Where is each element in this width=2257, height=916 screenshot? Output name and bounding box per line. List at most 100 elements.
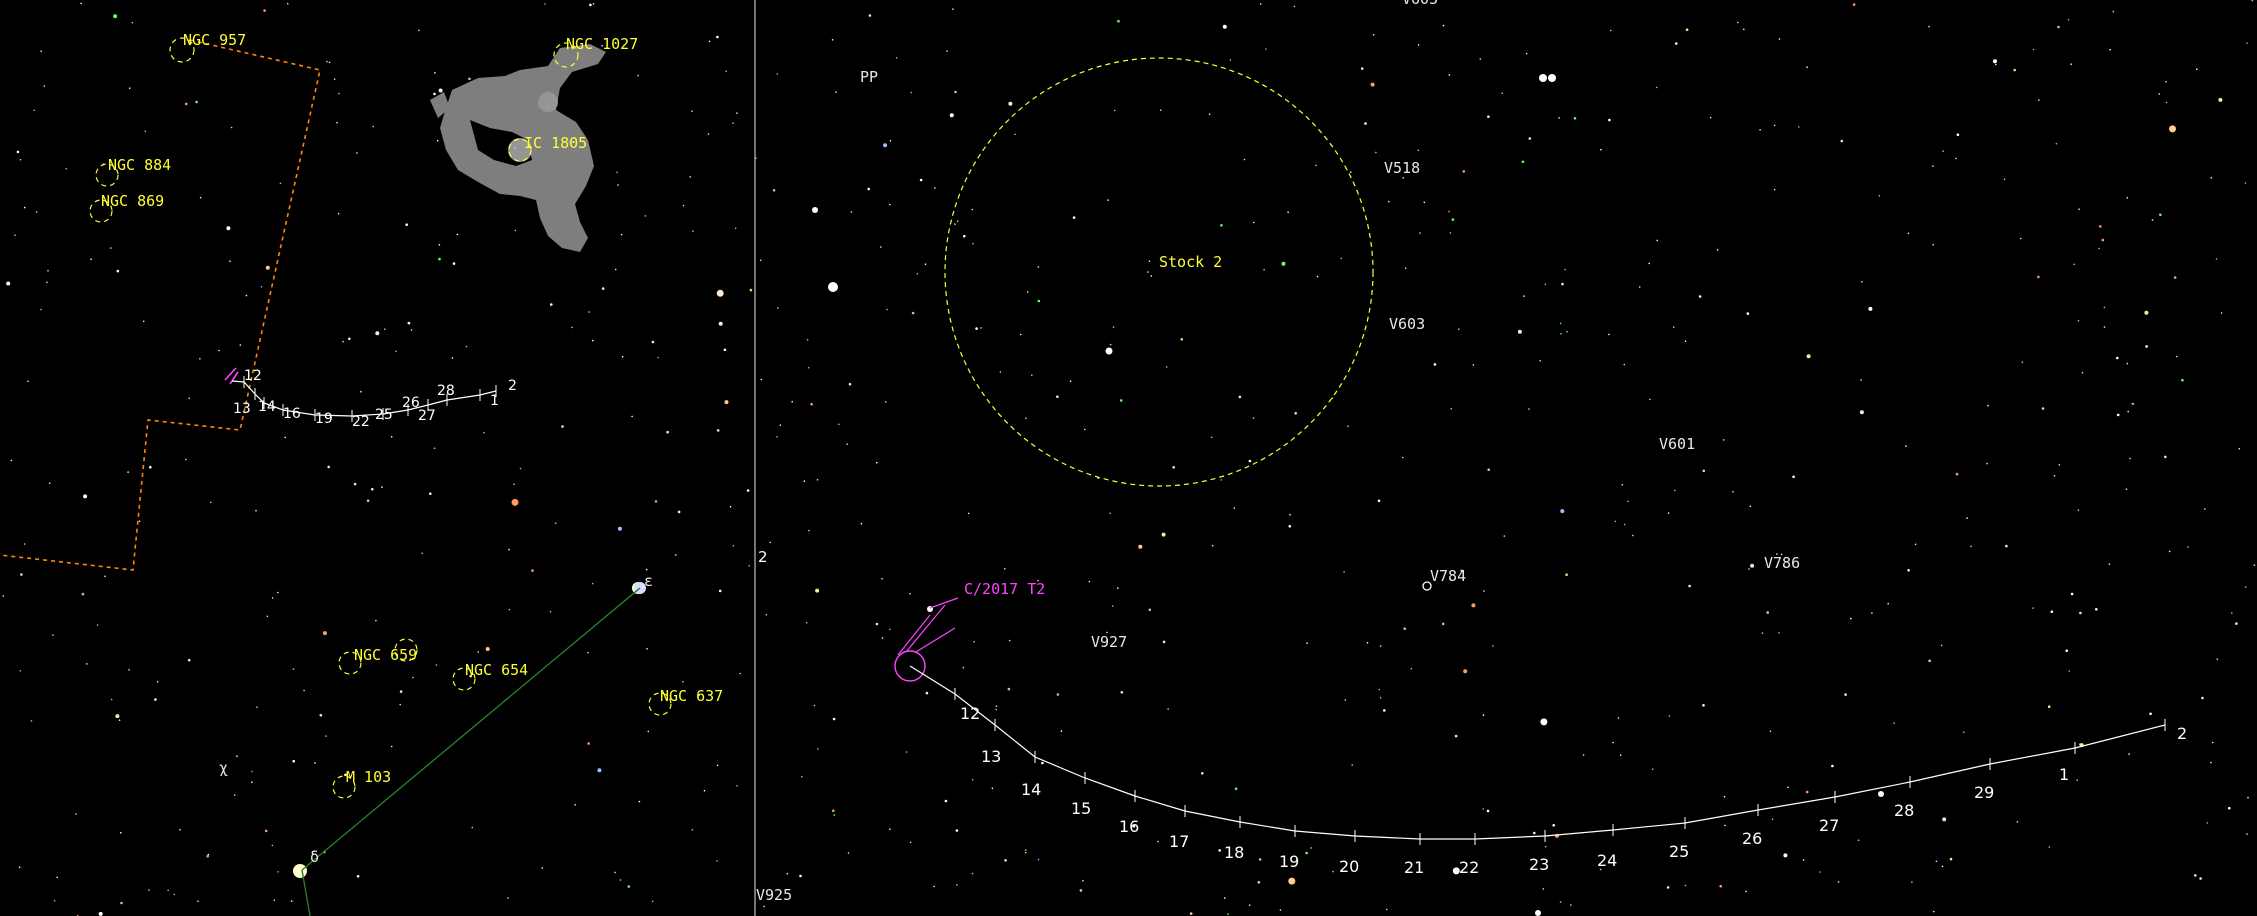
label-v927[interactable]: V927 xyxy=(1091,633,1127,651)
star xyxy=(1157,840,1159,843)
star xyxy=(1084,428,1086,431)
bright-star xyxy=(1878,791,1884,797)
star xyxy=(1564,268,1566,271)
label-v605[interactable]: V605 xyxy=(1402,0,1438,8)
star xyxy=(889,140,892,142)
star xyxy=(1223,897,1226,899)
star xyxy=(1716,249,1719,251)
star xyxy=(336,121,338,124)
track-date-label: 27 xyxy=(1819,816,1839,835)
label-m103[interactable]: M 103 xyxy=(346,768,391,786)
star xyxy=(759,259,762,262)
star xyxy=(1258,858,1262,861)
star xyxy=(483,431,485,434)
label-ngc654[interactable]: NGC 654 xyxy=(465,661,528,679)
star xyxy=(1479,58,1482,60)
star xyxy=(806,339,809,341)
label-v925[interactable]: V925 xyxy=(756,886,792,904)
star xyxy=(2210,177,2213,179)
star xyxy=(1861,281,1863,283)
star xyxy=(1675,42,1678,45)
star xyxy=(616,171,618,174)
label-chi: χ xyxy=(219,759,228,777)
star xyxy=(325,735,327,737)
star xyxy=(519,467,522,470)
track-date-label: 23 xyxy=(1529,855,1549,874)
star xyxy=(589,3,592,7)
star xyxy=(356,875,360,878)
star xyxy=(142,320,145,323)
label-ngc1027[interactable]: NGC 1027 xyxy=(566,35,638,53)
star xyxy=(1112,326,1115,328)
star xyxy=(954,223,956,225)
label-ngc869[interactable]: NGC 869 xyxy=(101,192,164,210)
star xyxy=(438,257,441,261)
track-date-label: 19 xyxy=(1279,852,1299,871)
star xyxy=(2095,608,2098,611)
label-ic1805[interactable]: IC 1805 xyxy=(524,134,587,152)
label-ngc637[interactable]: NGC 637 xyxy=(660,687,723,705)
star xyxy=(1165,366,1168,368)
star xyxy=(1638,286,1641,288)
sky-chart[interactable]: NGC 957 NGC 1027 IC 1805 NGC 884 NGC 869… xyxy=(0,0,2257,916)
star xyxy=(848,382,852,386)
star xyxy=(277,591,279,594)
star xyxy=(30,720,33,722)
label-v518[interactable]: V518 xyxy=(1384,159,1420,177)
label-pp[interactable]: PP xyxy=(860,68,878,86)
star xyxy=(266,615,269,618)
star xyxy=(1026,291,1029,293)
star xyxy=(23,206,26,209)
star xyxy=(451,357,454,359)
star xyxy=(883,143,888,148)
star xyxy=(2215,258,2218,260)
star xyxy=(1935,860,1938,863)
track-date-label: 16 xyxy=(283,406,301,422)
star xyxy=(2194,874,2197,877)
star xyxy=(1019,333,1022,336)
star xyxy=(2078,208,2080,210)
star xyxy=(195,100,198,104)
star xyxy=(833,814,836,816)
star xyxy=(188,397,190,400)
star xyxy=(1294,412,1297,415)
star xyxy=(850,211,853,213)
label-ngc884[interactable]: NGC 884 xyxy=(108,156,171,174)
star xyxy=(218,349,220,352)
star xyxy=(2173,276,2177,279)
label-v601[interactable]: V601 xyxy=(1659,435,1695,453)
star xyxy=(772,189,776,192)
star xyxy=(2181,378,2184,382)
star xyxy=(919,178,923,182)
star xyxy=(2098,247,2100,250)
label-comet[interactable]: C/2017 T2 xyxy=(964,580,1045,598)
label-ngc957[interactable]: NGC 957 xyxy=(183,31,246,49)
label-stock2[interactable]: Stock 2 xyxy=(1159,253,1222,271)
star xyxy=(1732,491,1734,493)
star xyxy=(260,286,263,288)
star xyxy=(197,900,199,902)
star xyxy=(184,102,188,106)
star xyxy=(1448,210,1450,213)
star xyxy=(110,698,113,701)
star xyxy=(637,74,639,77)
star xyxy=(718,589,722,593)
star xyxy=(592,3,595,5)
label-v784[interactable]: V784 xyxy=(1430,567,1466,585)
star xyxy=(1109,343,1112,346)
label-epsilon: ε xyxy=(644,572,653,590)
star xyxy=(786,872,789,875)
star xyxy=(1120,691,1124,694)
star xyxy=(2099,225,2102,228)
label-v603[interactable]: V603 xyxy=(1389,315,1425,333)
label-v786[interactable]: V786 xyxy=(1764,554,1800,572)
star xyxy=(1347,425,1349,428)
star xyxy=(33,109,35,112)
star xyxy=(1759,129,1761,131)
star xyxy=(1487,468,1490,472)
star xyxy=(1986,462,1988,465)
star xyxy=(314,762,316,764)
star xyxy=(1482,714,1485,716)
star xyxy=(1850,617,1852,620)
label-ngc659[interactable]: NGC 659 xyxy=(354,646,417,664)
